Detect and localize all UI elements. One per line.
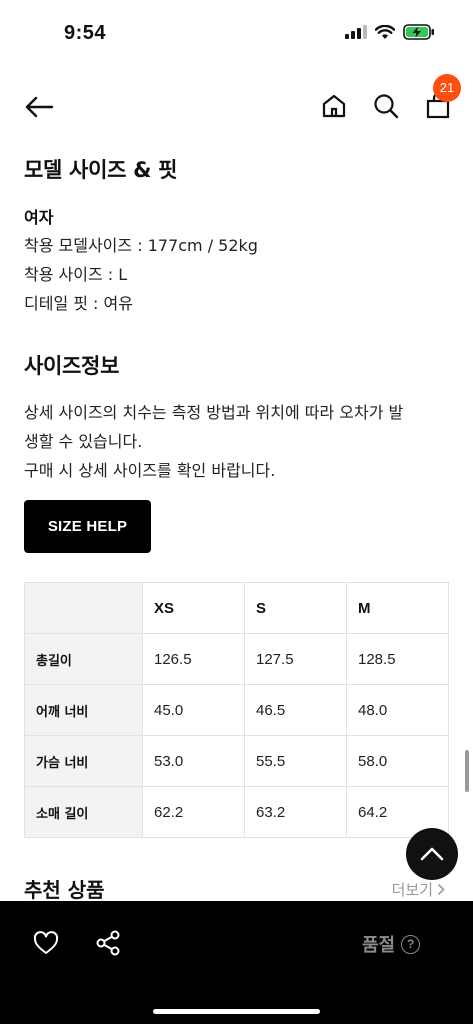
table-cell: 46.5 (244, 684, 347, 736)
table-cell: 53.0 (142, 735, 245, 787)
table-cell: 128.5 (346, 633, 449, 685)
cart-button[interactable]: 21 (423, 74, 461, 124)
status-time: 9:54 (64, 22, 107, 44)
arrow-left-icon (25, 96, 54, 118)
wishlist-button[interactable] (32, 929, 60, 957)
size-column-xs: XS (142, 582, 245, 634)
size-desc-line: 상세 사이즈의 치수는 측정 방법과 위치에 따라 오차가 발 (24, 403, 404, 422)
table-corner-cell (24, 582, 143, 634)
table-cell: 127.5 (244, 633, 347, 685)
size-info-description: 상세 사이즈의 치수는 측정 방법과 위치에 따라 오차가 발 생할 수 있습니… (24, 398, 454, 485)
table-row: 총길이 126.5 127.5 128.5 (24, 633, 449, 685)
model-size-title: 모델 사이즈 & 핏 (24, 158, 178, 182)
cellular-signal-icon (345, 25, 367, 39)
cart-count-badge: 21 (433, 74, 461, 102)
table-cell: 62.2 (142, 786, 245, 838)
table-header-row: XS S M (24, 582, 449, 634)
size-info-title: 사이즈정보 (24, 354, 120, 378)
chevron-up-icon (420, 847, 444, 861)
table-cell: 126.5 (142, 633, 245, 685)
size-desc-line: 생할 수 있습니다. (24, 432, 143, 451)
table-cell: 63.2 (244, 786, 347, 838)
table-cell: 55.5 (244, 735, 347, 787)
table-cell: 48.0 (346, 684, 449, 736)
wifi-icon (375, 24, 395, 39)
model-size-line: 착용 모델사이즈 : 177cm / 52kg (24, 236, 258, 255)
model-wear-size-line: 착용 사이즈 : L (24, 265, 128, 284)
table-row: 가슴 너비 53.0 55.5 58.0 (24, 735, 449, 787)
table-row: 소매 길이 62.2 63.2 64.2 (24, 786, 449, 838)
size-table: XS S M 총길이 126.5 127.5 128.5 어깨 너비 45.0 … (24, 582, 449, 838)
top-nav: 21 (0, 74, 473, 138)
model-fit-line: 디테일 핏 : 여유 (24, 294, 133, 313)
battery-charging-icon (403, 24, 434, 40)
sold-out-button[interactable]: 품절 ? (362, 931, 421, 957)
chevron-right-icon (437, 883, 445, 896)
search-icon (374, 94, 399, 119)
more-link-label: 더보기 (391, 881, 433, 899)
status-icons (345, 24, 435, 40)
question-circle-icon[interactable]: ? (401, 934, 421, 954)
scroll-to-top-button[interactable] (406, 828, 458, 880)
table-cell: 58.0 (346, 735, 449, 787)
more-link[interactable]: 더보기 (392, 879, 445, 900)
table-row: 어깨 너비 45.0 46.5 48.0 (24, 684, 449, 736)
back-button[interactable] (22, 92, 56, 122)
row-label: 총길이 (24, 633, 143, 685)
table-cell: 45.0 (142, 684, 245, 736)
size-column-s: S (244, 582, 347, 634)
row-label: 가슴 너비 (24, 735, 143, 787)
row-label: 어깨 너비 (24, 684, 143, 736)
search-button[interactable] (371, 88, 401, 124)
size-desc-line: 구매 시 상세 사이즈를 확인 바랍니다. (24, 461, 276, 480)
size-help-button[interactable]: SIZE HELP (24, 500, 151, 553)
home-button[interactable] (319, 88, 349, 124)
scrollbar[interactable] (465, 750, 469, 792)
heart-icon (33, 931, 59, 954)
home-indicator (153, 1009, 320, 1014)
size-column-m: M (346, 582, 449, 634)
recommended-products-title: 추천 상품 (24, 878, 105, 902)
row-label: 소매 길이 (24, 786, 143, 838)
status-bar: 9:54 (0, 0, 473, 70)
bottom-action-bar: 품절 ? (0, 901, 473, 1024)
share-button[interactable] (94, 929, 122, 957)
model-gender: 여자 (24, 208, 54, 227)
home-icon (322, 94, 346, 118)
sold-out-label: 품절 (362, 935, 396, 956)
share-icon (96, 930, 120, 956)
